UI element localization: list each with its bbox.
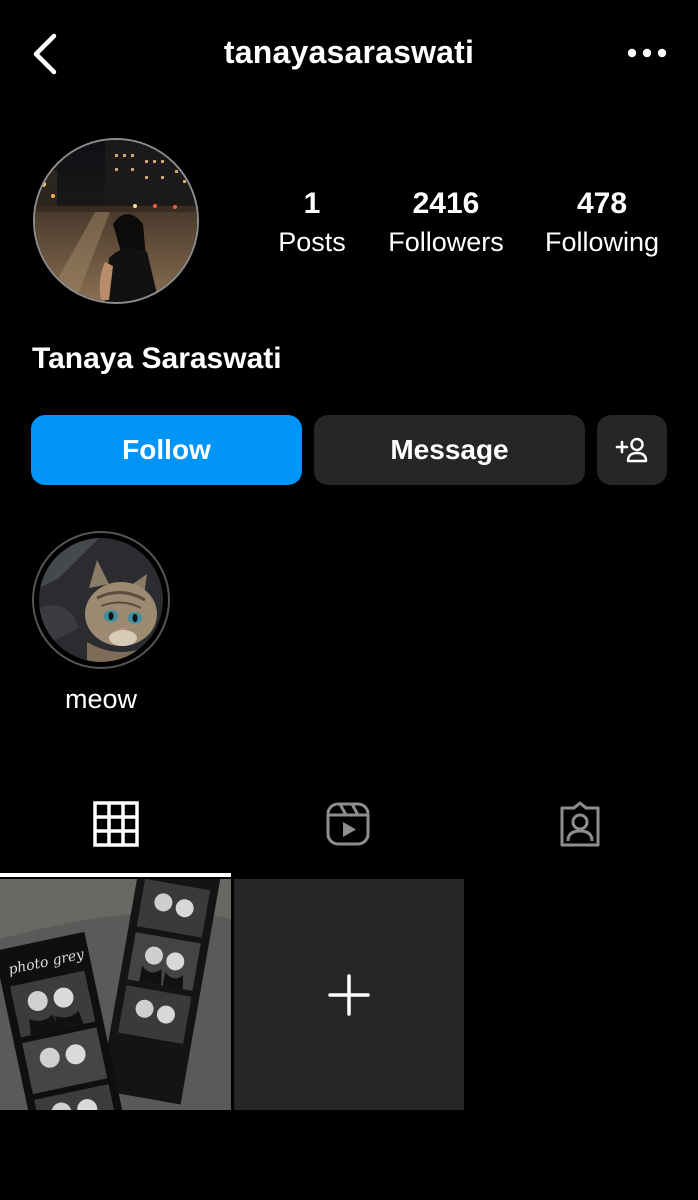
- add-user-icon: [615, 437, 648, 463]
- tab-posts-grid[interactable]: [0, 770, 232, 878]
- tab-reels[interactable]: [232, 770, 464, 878]
- add-post-tile[interactable]: [234, 879, 464, 1110]
- active-tab-indicator: [0, 873, 231, 877]
- photo-strip-image: photo grey: [0, 879, 231, 1110]
- highlight-cover: [39, 538, 163, 662]
- stat-following-label: Following: [544, 227, 660, 257]
- tab-tagged[interactable]: [464, 770, 696, 878]
- cat-photo: [39, 538, 163, 662]
- avatar-photo: [35, 140, 197, 302]
- stat-posts[interactable]: 1 Posts: [262, 186, 362, 262]
- follow-button[interactable]: Follow: [31, 415, 302, 485]
- profile-avatar[interactable]: [33, 138, 199, 304]
- post-thumbnail[interactable]: photo grey: [0, 879, 231, 1110]
- stat-posts-value: 1: [303, 187, 321, 220]
- story-highlight[interactable]: [32, 531, 170, 669]
- stat-followers-value: 2416: [412, 187, 480, 220]
- tagged-icon: [560, 801, 600, 847]
- reels-icon: [326, 802, 370, 846]
- stat-followers[interactable]: 2416 Followers: [376, 186, 516, 262]
- more-options-button[interactable]: [624, 40, 670, 66]
- grid-icon: [93, 801, 139, 847]
- profile-username: tanayasaraswati: [223, 34, 475, 70]
- more-horizontal-icon: [627, 48, 667, 58]
- profile-display-name: Tanaya Saraswati: [32, 342, 282, 375]
- stat-posts-label: Posts: [278, 227, 346, 257]
- message-button[interactable]: Message: [314, 415, 585, 485]
- add-user-button[interactable]: [597, 415, 667, 485]
- highlight-label: meow: [64, 684, 138, 714]
- stat-following[interactable]: 478 Following: [532, 186, 672, 262]
- stat-followers-label: Followers: [388, 227, 504, 257]
- plus-icon: [328, 973, 370, 1016]
- stat-following-value: 478: [576, 187, 628, 220]
